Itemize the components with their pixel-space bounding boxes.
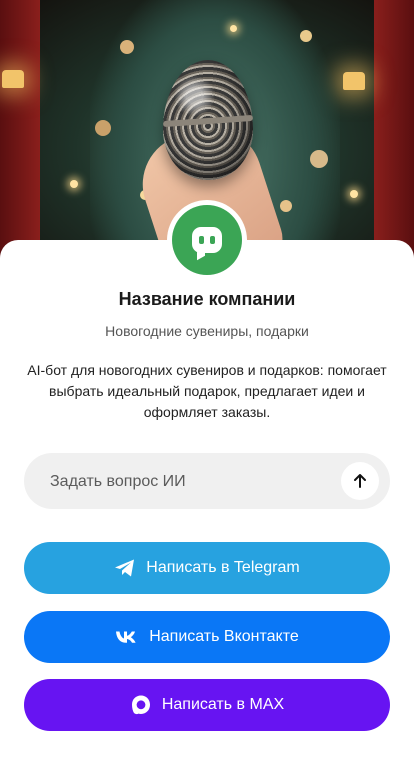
telegram-icon <box>114 558 136 578</box>
avatar-circle <box>172 205 242 275</box>
ornament <box>310 150 328 168</box>
lamp-left <box>2 70 24 88</box>
ornament <box>300 30 312 42</box>
company-avatar <box>167 200 247 280</box>
curtain-left <box>0 0 40 270</box>
fairy-light <box>230 25 237 32</box>
lamp-right <box>343 72 365 90</box>
fairy-light <box>70 180 78 188</box>
curtain-right <box>374 0 414 270</box>
ask-ai-box <box>24 453 390 511</box>
telegram-button-label: Написать в Telegram <box>146 559 300 576</box>
ornament <box>280 200 292 212</box>
fairy-light <box>350 190 358 198</box>
bot-eye-left <box>199 236 204 244</box>
company-name: Название компании <box>118 289 296 309</box>
ask-ai-input[interactable] <box>48 453 352 511</box>
vk-button-label: Написать Вконтакте <box>149 628 299 645</box>
chat-bot-icon <box>192 227 222 253</box>
company-subtitle: Новогодние сувениры, подарки <box>105 323 309 339</box>
vk-button[interactable]: Написать Вконтакте <box>24 611 390 663</box>
max-icon <box>130 694 152 716</box>
vk-icon <box>115 630 139 644</box>
company-description: AI-бот для новогодних сувениров и подарк… <box>27 362 387 420</box>
max-button-label: Написать в MAX <box>161 696 285 713</box>
arrow-up-icon <box>354 474 366 488</box>
telegram-button[interactable]: Написать в Telegram <box>24 542 390 594</box>
ornament <box>95 120 111 136</box>
send-button[interactable] <box>341 462 379 500</box>
ornament <box>120 40 134 54</box>
bot-eye-right <box>210 236 215 244</box>
max-button[interactable]: Написать в MAX <box>24 679 390 731</box>
